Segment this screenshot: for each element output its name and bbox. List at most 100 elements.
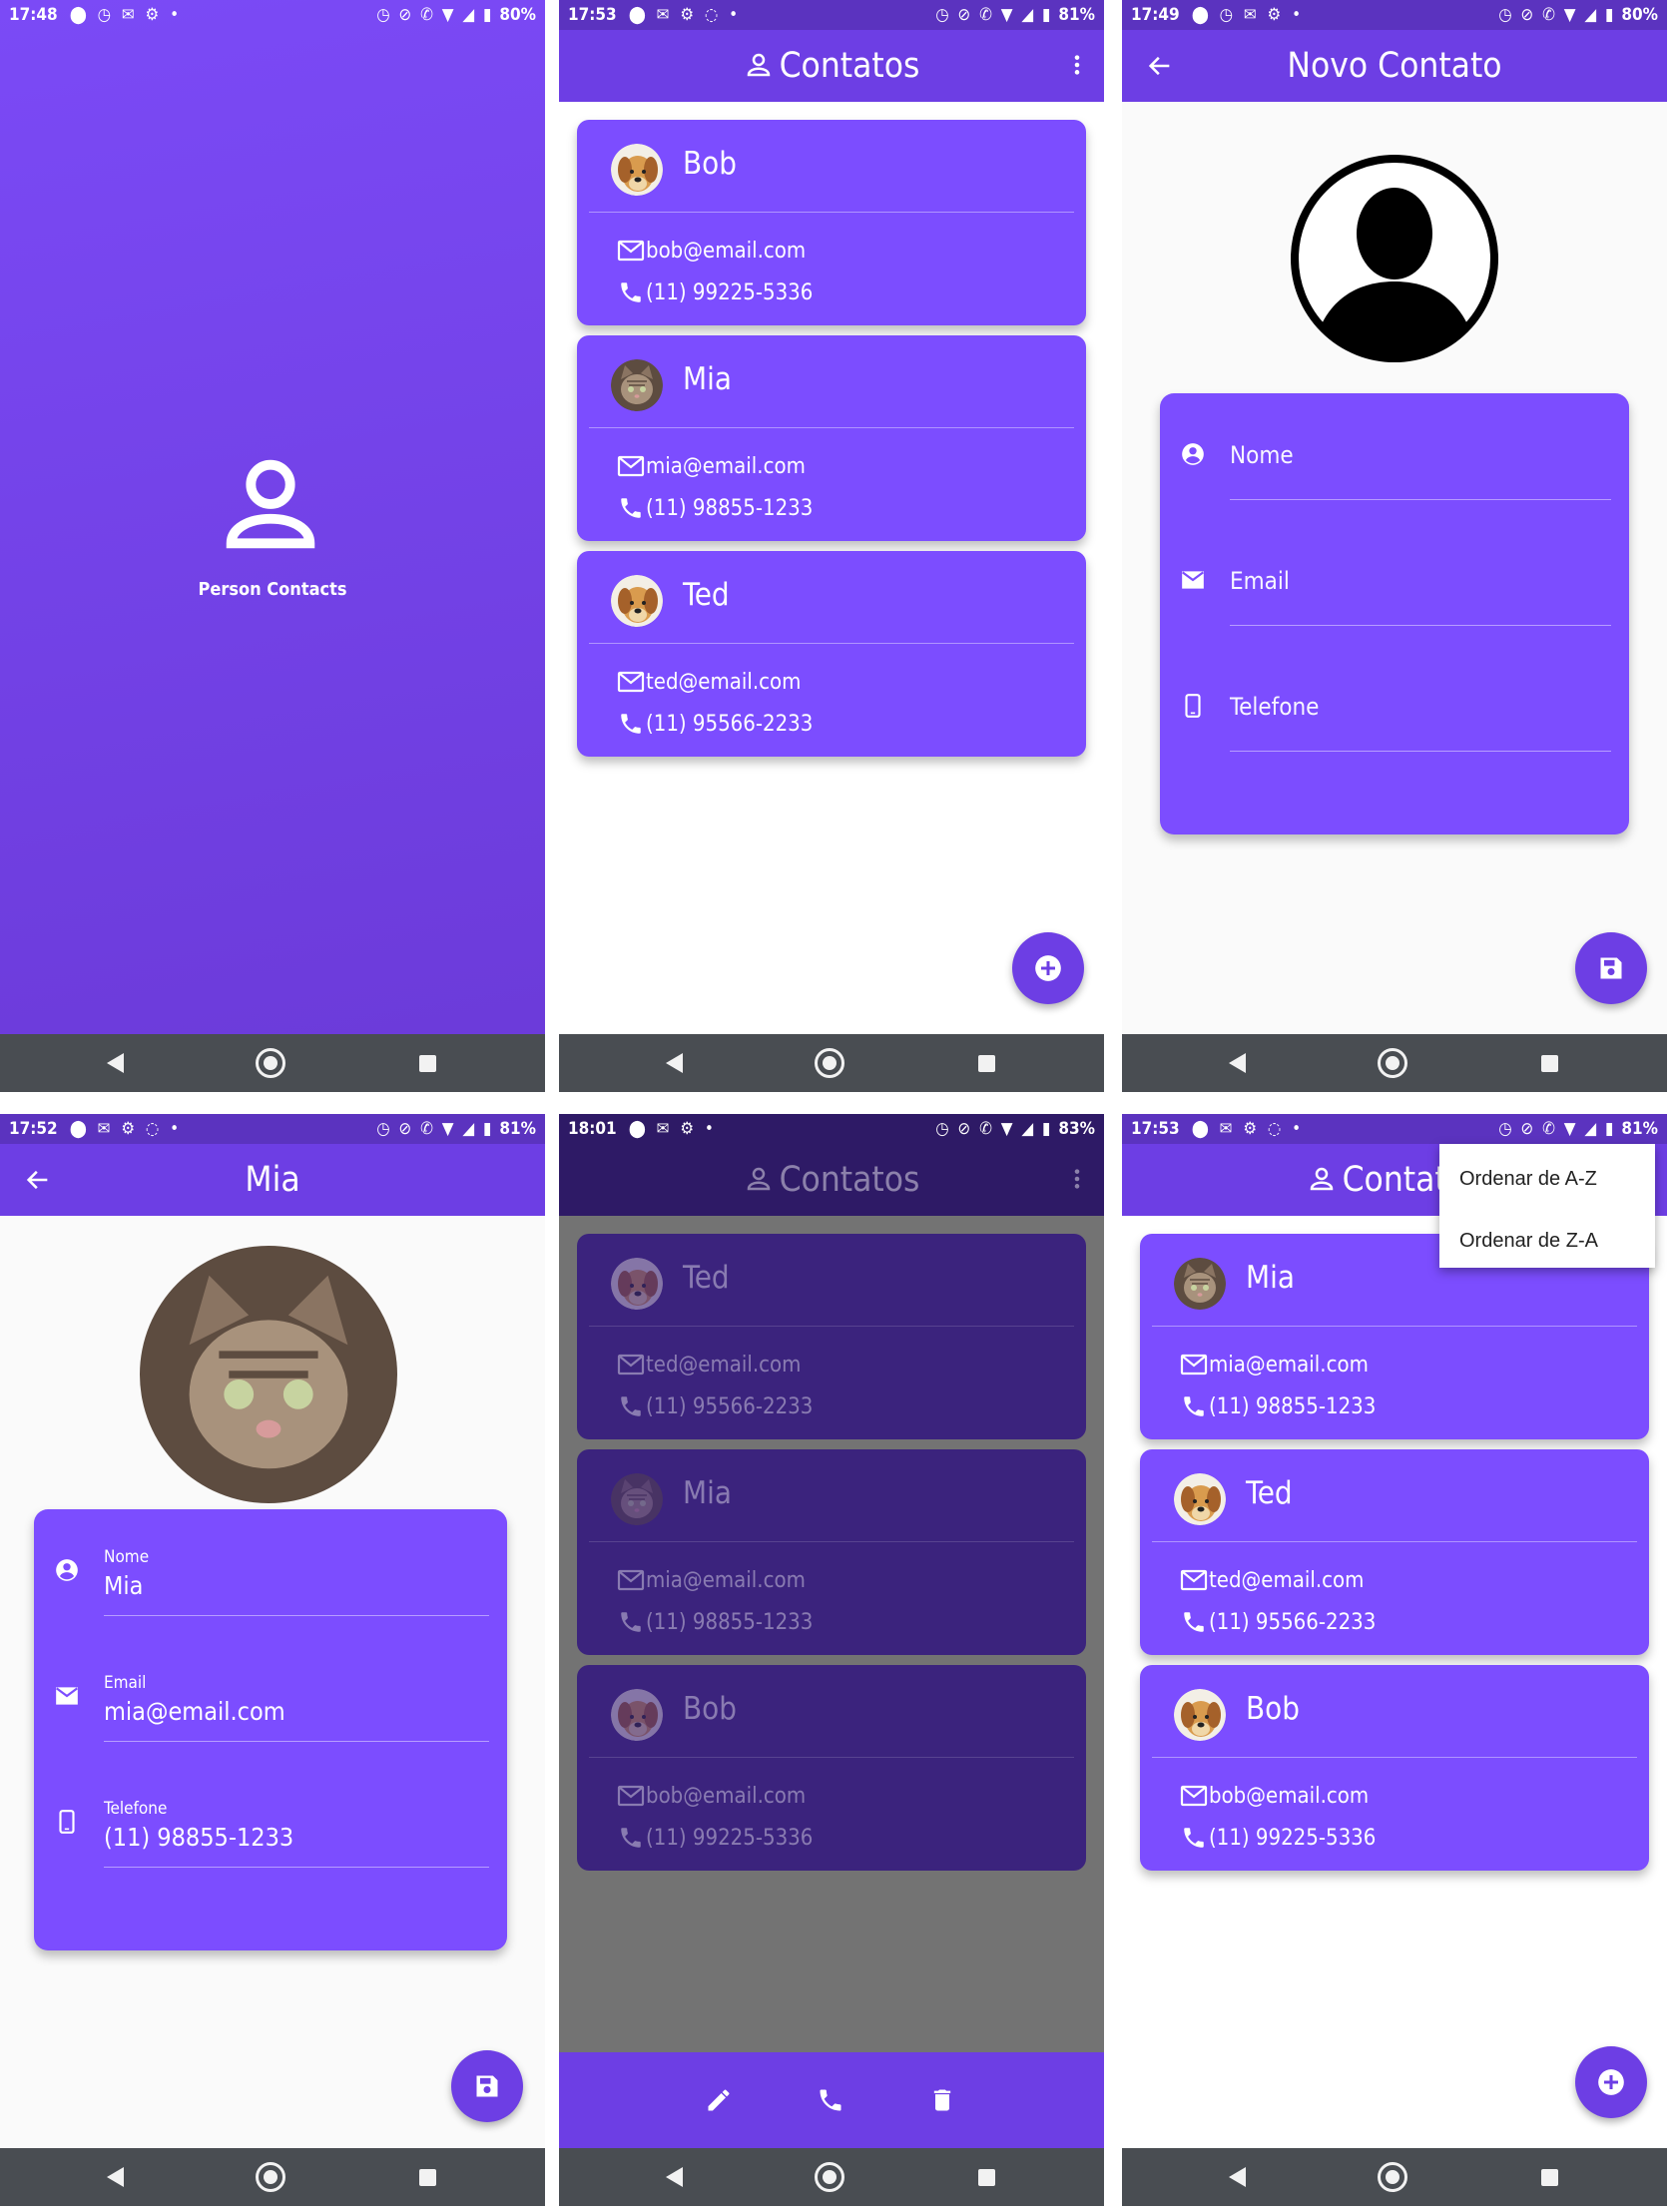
status-time: 17:52 [9, 1119, 58, 1139]
account-icon [1180, 441, 1206, 467]
back-nav-icon[interactable] [666, 2167, 683, 2187]
menu-item-sort-za[interactable]: Ordenar de Z-A [1459, 1230, 1598, 1253]
new-contact-screen: 17:49 ⬤ ◷ ✉ ⚙ • ◷ ⊘ ✆ ▼ ◢ ▮ 80% Novo Con… [1122, 0, 1667, 1092]
avatar [611, 575, 663, 627]
contact-email: ted@email.com [1180, 1567, 1364, 1593]
phone-icon [617, 1393, 645, 1419]
back-nav-icon[interactable] [107, 2167, 124, 2187]
email-field[interactable]: Email [1160, 519, 1629, 645]
contact-card[interactable]: Ted ted@email.com (11) 95566-2233 [577, 1234, 1086, 1439]
home-nav-icon[interactable] [1378, 2162, 1407, 2192]
name-field[interactable]: Nome Mia [34, 1509, 507, 1635]
back-nav-icon[interactable] [1229, 2167, 1246, 2187]
save-button[interactable] [1575, 932, 1647, 1004]
avatar [611, 144, 663, 196]
home-nav-icon[interactable] [256, 2162, 285, 2192]
sort-menu-screen: 17:53 ⬤ ✉ ⚙ ◌ • ◷ ⊘ ✆ ▼ ◢ ▮ 81% Contatos… [1122, 1114, 1667, 2206]
contact-photo-placeholder[interactable] [1290, 154, 1499, 363]
phone-field[interactable]: Telefone [1160, 645, 1629, 771]
contact-phone: (11) 99225-5336 [617, 1825, 813, 1851]
phone-icon [1180, 1393, 1208, 1419]
phone-icon [1180, 1825, 1208, 1851]
phone-icon [617, 1825, 645, 1851]
system-icons: ◷ ⊘ ✆ ▼ ◢ ▮ [935, 5, 1053, 25]
contact-photo[interactable] [140, 1246, 397, 1503]
avatar [611, 1473, 663, 1525]
person-icon [212, 445, 329, 563]
edit-icon[interactable] [705, 2086, 733, 2114]
name-field[interactable]: Nome [1160, 393, 1629, 519]
home-nav-icon[interactable] [815, 2162, 844, 2192]
status-bar: 17:53 ⬤ ✉ ⚙ ◌ • ◷ ⊘ ✆ ▼ ◢ ▮ 81% [1122, 1114, 1667, 1144]
mail-icon [617, 1783, 645, 1809]
status-bar: 17:52 ⬤ ✉ ⚙ ◌ • ◷ ⊘ ✆ ▼ ◢ ▮ 81% [0, 1114, 545, 1144]
phone-icon [617, 495, 645, 521]
contact-card[interactable]: Bob bob@email.com (11) 99225-5336 [577, 1665, 1086, 1871]
contact-phone: (11) 98855-1233 [1180, 1393, 1376, 1419]
page-title: Mia [245, 1160, 300, 1200]
phone-icon [617, 1609, 645, 1635]
battery-level: 80% [499, 5, 536, 25]
mail-icon [617, 1567, 645, 1593]
home-nav-icon[interactable] [1378, 1048, 1407, 1078]
home-nav-icon[interactable] [256, 1048, 285, 1078]
system-nav-bar [1122, 1034, 1667, 1092]
menu-item-sort-az[interactable]: Ordenar de A-Z [1459, 1168, 1597, 1191]
contact-card[interactable]: Mia mia@email.com (11) 98855-1233 [577, 335, 1086, 541]
recents-nav-icon[interactable] [1541, 2169, 1558, 2186]
save-button[interactable] [451, 2050, 523, 2122]
battery-level: 81% [1621, 1119, 1658, 1139]
mail-icon [617, 453, 645, 479]
home-nav-icon[interactable] [815, 1048, 844, 1078]
back-nav-icon[interactable] [107, 1053, 124, 1073]
sort-popup-menu: Ordenar de A-Z Ordenar de Z-A [1439, 1144, 1655, 1268]
contact-email: bob@email.com [1180, 1783, 1369, 1809]
status-bar: 18:01 ⬤ ✉ ⚙ • ◷ ⊘ ✆ ▼ ◢ ▮ 83% [559, 1114, 1104, 1144]
notification-icons: ⬤ ✉ ⚙ ◌ • [628, 5, 742, 25]
mobile-icon [1180, 693, 1206, 719]
contact-card[interactable]: Ted ted@email.com (11) 95566-2233 [1140, 1449, 1649, 1655]
page-title: Contatos [559, 1144, 1104, 1216]
page-title: Novo Contato [1287, 46, 1502, 86]
contact-card[interactable]: Bob bob@email.com (11) 99225-5336 [577, 120, 1086, 325]
delete-icon[interactable] [928, 2086, 956, 2114]
email-field[interactable]: Email mia@email.com [34, 1635, 507, 1761]
contact-card[interactable]: Ted ted@email.com (11) 95566-2233 [577, 551, 1086, 757]
contact-card[interactable]: Mia mia@email.com (11) 98855-1233 [577, 1449, 1086, 1655]
title-text: Contatos [779, 1160, 920, 1200]
add-contact-button[interactable] [1012, 932, 1084, 1004]
system-nav-bar [0, 1034, 545, 1092]
system-icons: ◷ ⊘ ✆ ▼ ◢ ▮ [376, 5, 494, 25]
divider [1152, 1326, 1637, 1327]
recents-nav-icon[interactable] [978, 2169, 995, 2186]
phone-field[interactable]: Telefone (11) 98855-1233 [34, 1761, 507, 1887]
add-contact-button[interactable] [1575, 2046, 1647, 2118]
phone-value: (11) 98855-1233 [104, 1823, 294, 1852]
recents-nav-icon[interactable] [1541, 1055, 1558, 1072]
recents-nav-icon[interactable] [978, 1055, 995, 1072]
recents-nav-icon[interactable] [419, 1055, 436, 1072]
battery-level: 83% [1058, 1119, 1095, 1139]
divider [589, 1541, 1074, 1542]
back-nav-icon[interactable] [1229, 1053, 1246, 1073]
contact-name: Ted [683, 1260, 730, 1296]
recents-nav-icon[interactable] [419, 2169, 436, 2186]
more-options-icon[interactable] [1074, 54, 1080, 76]
app-bar: Novo Contato [1122, 30, 1667, 102]
app-name: Person Contacts [198, 579, 347, 600]
contact-name: Ted [683, 577, 730, 613]
contact-email: bob@email.com [617, 1783, 806, 1809]
system-nav-bar [559, 1034, 1104, 1092]
avatar [611, 359, 663, 411]
phone-icon[interactable] [817, 2086, 844, 2114]
contact-name: Mia [683, 1475, 732, 1511]
back-nav-icon[interactable] [666, 1053, 683, 1073]
status-bar: 17:48 ⬤ ◷ ✉ ⚙ • ◷ ⊘ ✆ ▼ ◢ ▮ 80% [0, 0, 545, 30]
divider [589, 427, 1074, 428]
contact-card[interactable]: Bob bob@email.com (11) 99225-5336 [1140, 1665, 1649, 1871]
mail-icon [617, 1352, 645, 1378]
contact-name: Mia [1246, 1260, 1295, 1296]
system-nav-bar [559, 2148, 1104, 2206]
contact-name: Bob [683, 1691, 737, 1727]
more-options-icon[interactable] [1074, 1168, 1080, 1190]
